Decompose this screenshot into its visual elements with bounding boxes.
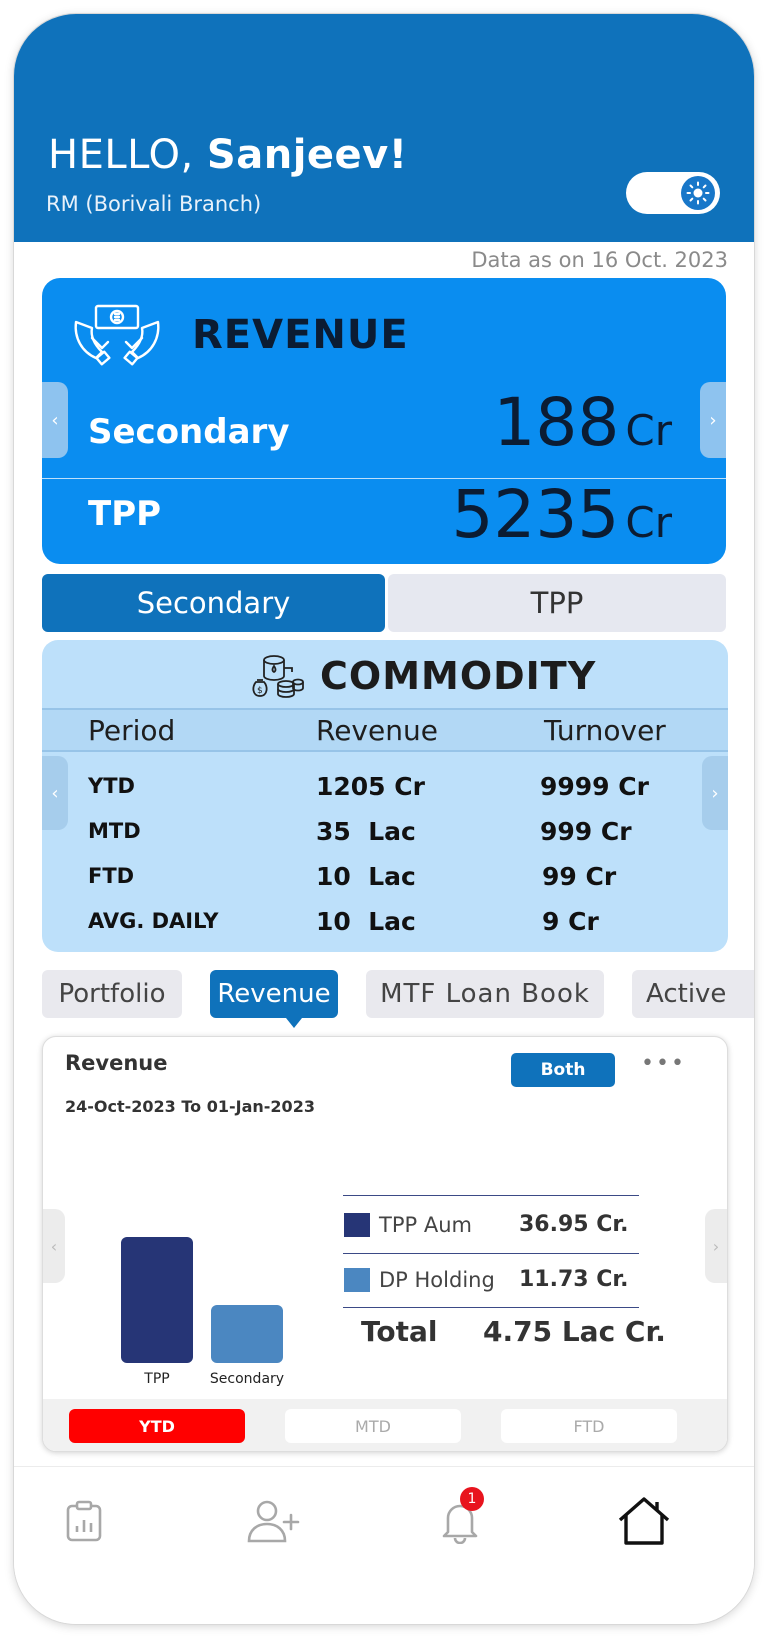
chip-revenue[interactable]: Revenue bbox=[210, 970, 338, 1018]
legend-divider bbox=[343, 1195, 639, 1196]
revenue-tpp-value: 5235 Cr bbox=[451, 476, 672, 553]
period-cell: MTD bbox=[88, 819, 141, 843]
x-tick-label: Secondary bbox=[210, 1371, 284, 1387]
svg-text:$: $ bbox=[257, 686, 263, 696]
bar-secondary bbox=[211, 1305, 283, 1363]
commodity-title: COMMODITY bbox=[320, 654, 597, 698]
turnover-cell: 9999 Cr bbox=[540, 772, 649, 801]
revenue-secondary-unit: Cr bbox=[625, 406, 672, 455]
legend-divider bbox=[343, 1307, 639, 1308]
date-range: 24-Oct-2023 To 01-Jan-2023 bbox=[65, 1097, 315, 1116]
home-icon[interactable] bbox=[614, 1493, 674, 1549]
period-selector: YTD MTD FTD bbox=[43, 1399, 727, 1451]
period-cell: FTD bbox=[88, 864, 135, 888]
col-turnover: Turnover bbox=[544, 714, 666, 747]
theme-toggle[interactable] bbox=[626, 172, 720, 214]
chip-active[interactable]: Active bbox=[632, 970, 754, 1018]
chart-next-button[interactable]: › bbox=[705, 1209, 727, 1283]
bottom-nav: 1 bbox=[14, 1466, 754, 1624]
revenue-tpp-label: TPP bbox=[88, 494, 162, 534]
revenue-tpp-number: 5235 bbox=[451, 476, 620, 553]
period-cell: YTD bbox=[88, 774, 135, 798]
revenue-cell: 10 Lac bbox=[316, 862, 416, 891]
filter-both-button[interactable]: Both bbox=[511, 1053, 615, 1087]
legend-value-tpp: 36.95 Cr. bbox=[519, 1212, 629, 1237]
x-tick-label: TPP bbox=[143, 1371, 169, 1387]
turnover-cell: 9 Cr bbox=[542, 907, 599, 936]
user-name: Sanjeev! bbox=[206, 132, 408, 178]
money-hands-icon bbox=[72, 302, 162, 370]
legend-swatch-dp bbox=[344, 1268, 370, 1292]
revenue-cell: 10 Lac bbox=[316, 907, 416, 936]
col-revenue: Revenue bbox=[316, 714, 438, 747]
more-options-icon[interactable]: ••• bbox=[641, 1051, 686, 1076]
chevron-right-icon: › bbox=[709, 409, 717, 431]
chevron-right-icon: › bbox=[712, 1236, 720, 1256]
chart-prev-button[interactable]: ‹ bbox=[43, 1209, 65, 1283]
chevron-left-icon: ‹ bbox=[51, 782, 59, 804]
user-role: RM (Borivali Branch) bbox=[46, 192, 262, 216]
add-user-icon[interactable] bbox=[244, 1493, 304, 1549]
revenue-secondary-number: 188 bbox=[493, 384, 620, 461]
chevron-left-icon: ‹ bbox=[50, 1236, 58, 1256]
total-value: 4.75 Lac Cr. bbox=[483, 1315, 666, 1348]
revenue-card: REVENUE ‹ › Secondary 188 Cr TPP 5235 Cr bbox=[42, 278, 726, 564]
col-period: Period bbox=[88, 714, 176, 747]
revenue-secondary-value: 188 Cr bbox=[493, 384, 672, 461]
phone-frame: HELLO, Sanjeev! RM (Borivali Branch) Dat… bbox=[14, 14, 754, 1624]
bar-chart: TPP Secondary bbox=[121, 1237, 284, 1387]
revenue-prev-button[interactable]: ‹ bbox=[42, 382, 68, 458]
legend-divider bbox=[343, 1253, 639, 1254]
chip-mtf-loan-book[interactable]: MTF Loan Book bbox=[366, 970, 604, 1018]
total-label: Total bbox=[361, 1315, 438, 1348]
bar-tpp bbox=[121, 1237, 193, 1363]
commodity-icon: $ bbox=[250, 652, 306, 704]
active-chip-pointer bbox=[286, 1018, 302, 1028]
commodity-table-header: Period Revenue Turnover bbox=[42, 708, 728, 752]
revenue-next-button[interactable]: › bbox=[700, 382, 726, 458]
report-icon[interactable] bbox=[54, 1493, 114, 1549]
data-as-on: Data as on 16 Oct. 2023 bbox=[471, 248, 728, 272]
commodity-prev-button[interactable]: ‹ bbox=[42, 756, 68, 830]
revenue-cell: 35 Lac bbox=[316, 817, 416, 846]
greeting-text: HELLO, bbox=[48, 132, 194, 178]
tab-secondary[interactable]: Secondary bbox=[42, 574, 385, 632]
period-ytd-button[interactable]: YTD bbox=[69, 1409, 245, 1443]
chart-card-title: Revenue bbox=[65, 1051, 168, 1075]
greeting: HELLO, Sanjeev! bbox=[48, 132, 407, 178]
legend-label-dp: DP Holding bbox=[379, 1268, 495, 1292]
turnover-cell: 999 Cr bbox=[540, 817, 632, 846]
revenue-secondary-label: Secondary bbox=[88, 412, 290, 452]
header: HELLO, Sanjeev! RM (Borivali Branch) bbox=[14, 14, 754, 242]
period-mtd-button[interactable]: MTD bbox=[285, 1409, 461, 1443]
tab-tpp[interactable]: TPP bbox=[388, 574, 726, 632]
period-ftd-button[interactable]: FTD bbox=[501, 1409, 677, 1443]
commodity-next-button[interactable]: › bbox=[702, 756, 728, 830]
chevron-left-icon: ‹ bbox=[51, 409, 59, 431]
legend-swatch-tpp bbox=[344, 1213, 370, 1237]
chip-portfolio[interactable]: Portfolio bbox=[42, 970, 182, 1018]
turnover-cell: 99 Cr bbox=[542, 862, 617, 891]
revenue-title: REVENUE bbox=[192, 312, 409, 358]
legend-value-dp: 11.73 Cr. bbox=[519, 1267, 629, 1292]
commodity-card: $ COMMODITY Period Revenue Turnover ‹ › … bbox=[42, 640, 728, 952]
revenue-chart-card: Revenue 24-Oct-2023 To 01-Jan-2023 Both … bbox=[42, 1036, 728, 1452]
notification-badge: 1 bbox=[460, 1487, 484, 1511]
legend-label-tpp: TPP Aum bbox=[379, 1213, 472, 1237]
sun-icon bbox=[681, 176, 715, 210]
revenue-tpp-unit: Cr bbox=[625, 498, 672, 547]
revenue-cell: 1205 Cr bbox=[316, 772, 425, 801]
period-cell: AVG. DAILY bbox=[88, 909, 219, 933]
chevron-right-icon: › bbox=[711, 782, 719, 804]
